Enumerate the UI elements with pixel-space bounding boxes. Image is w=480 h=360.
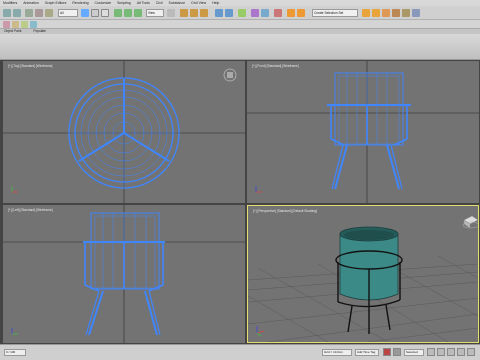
viewport-label[interactable]: [+] [Left] [Standard] [Wireframe] xyxy=(8,208,53,212)
fill-icon[interactable] xyxy=(21,21,28,28)
link-icon[interactable] xyxy=(25,9,33,17)
mirror-icon[interactable] xyxy=(215,9,223,17)
perspective-render xyxy=(248,215,478,342)
render-frame-icon[interactable] xyxy=(297,9,305,17)
viewport-top[interactable]: [+] [Top] [Standard] [Wireframe] xyxy=(3,61,245,203)
material-editor-icon[interactable] xyxy=(274,9,282,17)
play-icon[interactable] xyxy=(437,348,445,356)
grid-readout: Grid = 10.0cm xyxy=(322,349,352,356)
viewport-perspective[interactable]: [+] [Perspective] [Standard] [Default Sh… xyxy=(247,205,479,343)
set-key-button[interactable] xyxy=(393,348,401,356)
axis-tripod-icon xyxy=(255,186,262,193)
rotate-icon[interactable] xyxy=(124,9,132,17)
viewcube-icon[interactable] xyxy=(223,68,237,82)
viewport-area: [+] [Top] [Standard] [Wireframe] [+] [Fr… xyxy=(0,60,480,344)
axis-tripod-icon xyxy=(11,328,18,335)
auto-key-button[interactable] xyxy=(383,348,391,356)
scale-icon[interactable] xyxy=(134,9,142,17)
redo-icon[interactable] xyxy=(13,9,21,17)
selection-filter-dropdown[interactable]: All xyxy=(58,9,78,17)
render-message-icon[interactable] xyxy=(392,9,400,17)
layer-icon[interactable] xyxy=(238,9,246,17)
teapot-render-icon[interactable] xyxy=(362,9,370,17)
brush-icon[interactable] xyxy=(12,21,19,28)
go-to-end-icon[interactable] xyxy=(447,348,455,356)
top-wireframe xyxy=(3,61,245,203)
frame-counter[interactable]: 0 / 100 xyxy=(4,349,26,356)
time-config-icon[interactable] xyxy=(457,348,465,356)
angle-snap-icon[interactable] xyxy=(190,9,198,17)
viewport-label[interactable]: [+] [Perspective] [Standard] [Default Sh… xyxy=(253,209,317,213)
undo-icon[interactable] xyxy=(3,9,11,17)
render-setup-icon[interactable] xyxy=(287,9,295,17)
unlink-icon[interactable] xyxy=(35,9,43,17)
percent-snap-icon[interactable] xyxy=(200,9,208,17)
curve-editor-icon[interactable] xyxy=(251,9,259,17)
select-by-name-icon[interactable] xyxy=(91,9,99,17)
paint-icon[interactable] xyxy=(3,21,10,28)
viewport-front[interactable]: [+] [Front] [Standard] [Wireframe] xyxy=(247,61,479,203)
axis-tripod-icon xyxy=(11,186,18,193)
status-bar: 0 / 100 Grid = 10.0cm Add Time Tag Selec… xyxy=(0,344,480,360)
go-to-start-icon[interactable] xyxy=(427,348,435,356)
render-cloud-icon[interactable] xyxy=(412,9,420,17)
named-selection-dropdown[interactable]: Create Selection Set xyxy=(312,9,358,17)
render-iterative-icon[interactable] xyxy=(402,9,410,17)
left-wireframe xyxy=(3,205,245,343)
spray-icon[interactable] xyxy=(30,21,37,28)
zoom-extents-icon[interactable] xyxy=(467,348,475,356)
schematic-icon[interactable] xyxy=(261,9,269,17)
viewport-label[interactable]: [+] [Front] [Standard] [Wireframe] xyxy=(252,64,299,68)
bind-icon[interactable] xyxy=(45,9,53,17)
add-time-tag[interactable]: Add Time Tag xyxy=(355,349,379,356)
move-icon[interactable] xyxy=(114,9,122,17)
axis-tripod-icon xyxy=(256,326,265,337)
select-object-icon[interactable] xyxy=(81,9,89,17)
active-shade-icon[interactable] xyxy=(382,9,390,17)
quick-render-icon[interactable] xyxy=(372,9,380,17)
secondary-toolbar xyxy=(0,20,480,29)
pivot-icon[interactable] xyxy=(167,9,175,17)
viewport-left[interactable]: [+] [Left] [Standard] [Wireframe] xyxy=(3,205,245,343)
rect-selection-icon[interactable] xyxy=(101,9,109,17)
align-icon[interactable] xyxy=(225,9,233,17)
viewport-label[interactable]: [+] [Top] [Standard] [Wireframe] xyxy=(8,64,52,68)
key-mode-dropdown[interactable]: Selected xyxy=(404,349,424,356)
snap-icon[interactable] xyxy=(180,9,188,17)
front-wireframe xyxy=(247,61,479,203)
main-toolbar: All View Create Selection Set xyxy=(0,6,480,20)
viewcube-icon[interactable] xyxy=(462,215,478,229)
reference-coord-dropdown[interactable]: View xyxy=(146,9,164,17)
ribbon-panel xyxy=(0,34,480,60)
